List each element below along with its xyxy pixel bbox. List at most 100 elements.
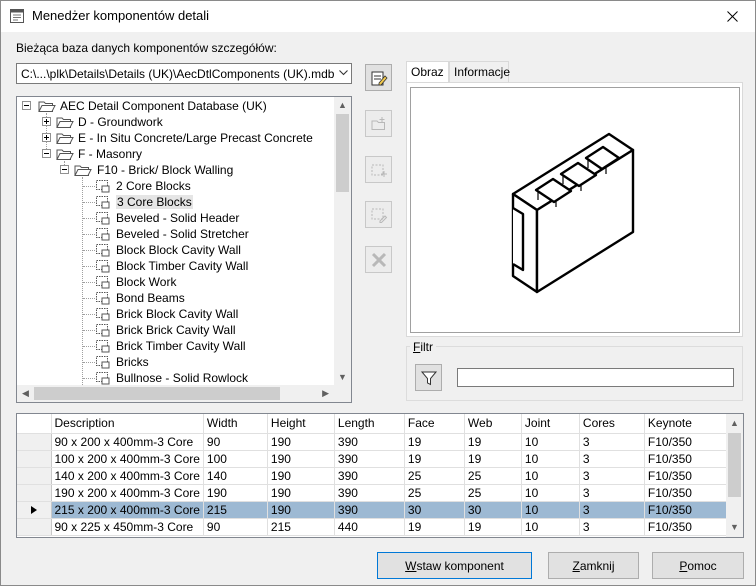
column-header[interactable]: Width: [203, 414, 268, 434]
row-header[interactable]: [17, 450, 52, 468]
tree-connector: [83, 378, 95, 379]
column-header[interactable]: Joint: [521, 414, 580, 434]
column-header[interactable]: Length: [334, 414, 405, 434]
table-cell: 190: [267, 450, 335, 468]
current-row-icon: [30, 505, 37, 514]
component-icon: [95, 355, 111, 372]
folder-icon: [56, 117, 74, 128]
scroll-down-icon[interactable]: ▼: [730, 523, 739, 532]
table-row[interactable]: 90 x 200 x 400mm-3 Core 90 190 390 19 19 10 3 F1…: [17, 433, 734, 451]
table-cell: 19: [464, 433, 522, 451]
table-cell: 215: [203, 501, 268, 519]
delete-button[interactable]: [365, 246, 392, 273]
close-label: Zamknij: [572, 558, 615, 573]
component-icon: [95, 307, 111, 324]
expand-icon[interactable]: [42, 133, 51, 142]
tree-subfolder-label: F10 - Brick/ Block Walling: [97, 163, 234, 177]
preview-image: [410, 87, 740, 333]
table-row[interactable]: 90 x 225 x 450mm-3 Core 90 215 440 19 19 10 3 F1…: [17, 518, 734, 536]
table-cell: F10/350: [644, 501, 734, 519]
tree-connector: [83, 314, 95, 315]
filter-button[interactable]: [415, 364, 442, 391]
component-tree[interactable]: AEC Detail Component Database (UK) D - G…: [16, 96, 352, 403]
tree-connector: [83, 298, 95, 299]
table-vertical-scrollbar[interactable]: ▲ ▼: [726, 414, 743, 537]
row-header[interactable]: [17, 467, 52, 485]
tree-item-label: Block Block Cavity Wall: [116, 243, 241, 257]
component-manager-window: Menedżer komponentów detali Bieżąca baza…: [0, 0, 756, 586]
collapse-icon[interactable]: [42, 149, 51, 158]
column-header[interactable]: Cores: [579, 414, 645, 434]
column-header[interactable]: Keynote: [644, 414, 734, 434]
database-label: Bieżąca baza danych komponentów szczegół…: [16, 41, 277, 55]
scroll-right-icon[interactable]: ▶: [322, 389, 329, 398]
tree-connector: [83, 346, 95, 347]
table-cell: 3: [579, 467, 645, 485]
table-cell: F10/350: [644, 484, 734, 502]
tab-image[interactable]: Obraz: [406, 61, 449, 84]
window-title: Menedżer komponentów detali: [32, 8, 210, 23]
row-header[interactable]: [17, 433, 52, 451]
column-header[interactable]: Web: [464, 414, 522, 434]
new-component-button[interactable]: [365, 156, 392, 183]
component-icon: [95, 211, 111, 228]
table-cell: 25: [404, 467, 465, 485]
scroll-thumb[interactable]: [728, 433, 741, 497]
new-category-button[interactable]: [365, 110, 392, 137]
column-header[interactable]: Face: [404, 414, 465, 434]
preview-panel: [406, 82, 743, 337]
table-row[interactable]: 140 x 200 x 400mm-3 Core 140 190 390 25 25 10 3…: [17, 467, 734, 485]
scroll-thumb[interactable]: [336, 114, 349, 192]
collapse-icon[interactable]: [60, 165, 69, 174]
edit-component-button[interactable]: [365, 201, 392, 228]
table-cell: 190: [267, 433, 335, 451]
tab-info[interactable]: Informacje: [449, 61, 510, 83]
table-cell: 30: [404, 501, 465, 519]
filter-funnel-icon: [420, 371, 437, 385]
help-button[interactable]: Pomoc: [652, 552, 744, 579]
table-cell: 100 x 200 x 400mm-3 Core: [51, 450, 204, 468]
edit-component-icon: [371, 208, 387, 223]
database-select[interactable]: C:\...\plk\Details\Details (UK)\AecDtlCo…: [16, 63, 352, 84]
close-button[interactable]: Zamknij: [548, 552, 639, 579]
delete-icon: [371, 252, 386, 267]
tree-item-label: Brick Block Cavity Wall: [116, 307, 239, 321]
scroll-up-icon[interactable]: ▲: [730, 419, 739, 428]
table-cell: 190: [203, 484, 268, 502]
table-cell: 19: [404, 518, 465, 536]
component-table[interactable]: Description Width Height Length Face Web Joint…: [16, 413, 744, 538]
row-header[interactable]: [17, 501, 52, 519]
edit-database-button[interactable]: [365, 64, 392, 91]
table-cell: 190: [267, 467, 335, 485]
insert-component-label: Wstaw komponent: [405, 558, 504, 573]
scroll-thumb[interactable]: [34, 387, 280, 400]
table-cell: 10: [521, 484, 580, 502]
collapse-icon[interactable]: [22, 101, 31, 110]
expand-icon[interactable]: [42, 117, 51, 126]
column-header[interactable]: Description: [51, 414, 204, 434]
row-header[interactable]: [17, 484, 52, 502]
filter-input[interactable]: [457, 368, 734, 387]
table-row[interactable]: 215 x 200 x 400mm-3 Core 215 190 390 30 30 10 3…: [17, 501, 734, 519]
table-cell: 10: [521, 433, 580, 451]
close-window-button[interactable]: [709, 1, 755, 31]
tree-item-label: Block Timber Cavity Wall: [116, 259, 249, 273]
table-cell: 90: [203, 433, 268, 451]
tree-vertical-scrollbar[interactable]: ▲ ▼: [334, 97, 351, 386]
close-icon: [726, 10, 738, 22]
folder-open-icon: [74, 165, 92, 176]
row-header-corner: [17, 414, 52, 434]
insert-component-button[interactable]: Wstaw komponent: [377, 552, 532, 579]
tree-item-label: Brick Brick Cavity Wall: [116, 323, 236, 337]
table-row[interactable]: 100 x 200 x 400mm-3 Core 100 190 390 19 19 10 3…: [17, 450, 734, 468]
row-header[interactable]: [17, 518, 52, 536]
scroll-up-icon[interactable]: ▲: [338, 101, 347, 110]
table-cell: 10: [521, 450, 580, 468]
table-cell: F10/350: [644, 518, 734, 536]
scroll-down-icon[interactable]: ▼: [338, 373, 347, 382]
table-row[interactable]: 190 x 200 x 400mm-3 Core 190 190 390 25 25 10 3…: [17, 484, 734, 502]
scroll-left-icon[interactable]: ◀: [22, 389, 29, 398]
tree-connector: [83, 282, 95, 283]
column-header[interactable]: Height: [267, 414, 335, 434]
tree-horizontal-scrollbar[interactable]: ◀ ▶: [17, 385, 351, 402]
